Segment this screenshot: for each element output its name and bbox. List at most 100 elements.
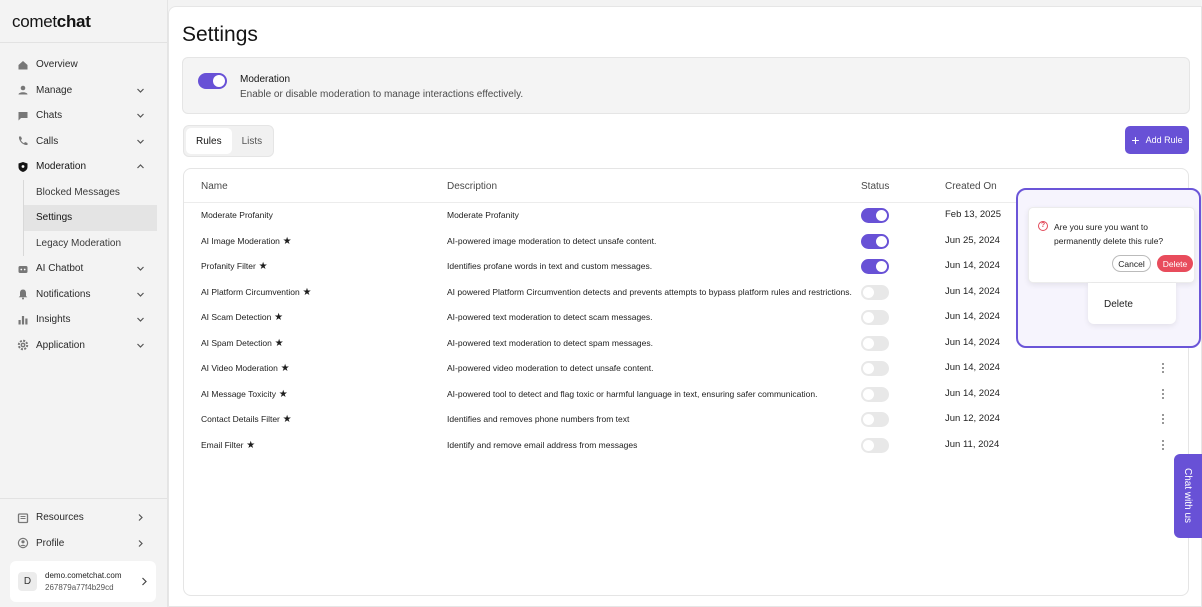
sidebar-item-chats[interactable]: Chats <box>0 103 167 129</box>
rule-name: AI Spam Detection ★ <box>201 338 284 349</box>
chat-with-us-label: Chat with us <box>1182 468 1193 524</box>
rule-name: AI Scam Detection ★ <box>201 312 283 323</box>
rule-name-text: AI Scam Detection <box>201 312 272 322</box>
account-name: demo.cometchat.com <box>45 570 122 580</box>
chart-icon <box>17 314 29 326</box>
question-icon: ? <box>1038 221 1048 231</box>
rule-name-text: Profanity Filter <box>201 261 256 271</box>
rule-name-text: AI Spam Detection <box>201 337 272 348</box>
cancel-button[interactable]: Cancel <box>1112 255 1151 272</box>
more-options-icon[interactable] <box>1160 438 1166 452</box>
moderation-card: Moderation Enable or disable moderation … <box>182 57 1190 114</box>
sidebar-item-label: Notifications <box>36 288 91 300</box>
sidebar-item-insights[interactable]: Insights <box>0 307 167 333</box>
moderation-submenu: Blocked Messages Settings Legacy Moderatio… <box>23 179 167 257</box>
sidebar-item-application[interactable]: Application <box>0 333 167 359</box>
rule-created-on: Feb 13, 2025 <box>945 209 1001 220</box>
add-rule-label: Add Rule <box>1145 135 1183 145</box>
avatar: D <box>18 572 37 591</box>
more-options-icon[interactable] <box>1160 412 1166 426</box>
star-icon: ★ <box>271 312 284 323</box>
column-header-description: Description <box>447 181 498 192</box>
moderation-toggle[interactable] <box>198 73 227 89</box>
moderation-description: Enable or disable moderation to manage i… <box>240 89 524 100</box>
profile-icon <box>17 537 29 549</box>
star-icon: ★ <box>275 388 288 400</box>
rule-name-text: AI Video Moderation <box>201 363 278 373</box>
rule-description: AI powered Platform Circumvention detect… <box>447 286 852 297</box>
chevron-down-icon <box>137 292 144 297</box>
rule-description: AI-powered image moderation to detect un… <box>447 235 657 246</box>
chevron-right-icon <box>138 539 143 547</box>
column-header-created-on: Created On <box>945 181 997 192</box>
add-rule-button[interactable]: + Add Rule <box>1125 126 1189 154</box>
delete-confirm-popover: ? Are you sure you want to permanently d… <box>1028 207 1195 283</box>
moderation-title: Moderation <box>240 74 291 85</box>
cometchat-logo[interactable]: cometchat <box>12 12 91 32</box>
chevron-down-icon <box>137 266 144 271</box>
book-icon <box>17 512 29 524</box>
table-row: AI Message Toxicity ★ AI-powered tool to … <box>184 382 1188 408</box>
more-options-icon[interactable] <box>1160 361 1166 375</box>
rule-name: AI Message Toxicity ★ <box>201 389 288 400</box>
rule-status-toggle[interactable] <box>861 437 889 453</box>
confirm-delete-button[interactable]: Delete <box>1157 255 1193 272</box>
chevron-right-icon <box>142 577 147 586</box>
sidebar-item-notifications[interactable]: Notifications <box>0 282 167 308</box>
rule-status-toggle[interactable] <box>861 208 889 223</box>
rule-created-on: Jun 14, 2024 <box>945 311 1000 322</box>
tab-rules[interactable]: Rules <box>186 128 232 154</box>
sidebar-item-label: Profile <box>36 537 65 549</box>
sidebar-subitem-legacy-moderation[interactable]: Legacy Moderation <box>24 231 157 257</box>
sidebar-nav: Overview Manage Chats Calls Moderation Blocke… <box>0 52 167 358</box>
rule-description: Identifies and removes phone numbers fro… <box>447 414 630 424</box>
more-options-icon[interactable] <box>1160 387 1166 401</box>
rule-status-toggle[interactable] <box>861 335 889 351</box>
sidebar-item-moderation[interactable]: Moderation <box>0 154 167 180</box>
rule-name-text: AI Platform Circumvention <box>201 286 300 297</box>
rule-name: Contact Details Filter ★ <box>201 414 292 425</box>
rule-status-toggle[interactable] <box>861 284 889 300</box>
chat-with-us-button[interactable]: Chat with us <box>1174 454 1202 538</box>
rule-description: AI-powered video moderation to detect un… <box>447 363 654 373</box>
sidebar-item-calls[interactable]: Calls <box>0 129 167 155</box>
rule-description: AI-powered text moderation to detect sca… <box>447 312 653 322</box>
sidebar-item-resources[interactable]: Resources <box>0 505 167 531</box>
sidebar-item-label: Application <box>36 339 85 351</box>
confirm-message: Are you sure you want to permanently del… <box>1054 222 1164 246</box>
sidebar-item-manage[interactable]: Manage <box>0 78 167 104</box>
tab-bar: Rules Lists <box>183 125 274 157</box>
plus-icon: + <box>1131 131 1140 148</box>
divider <box>0 498 167 499</box>
star-icon: ★ <box>271 337 284 349</box>
divider <box>0 42 167 43</box>
sidebar-item-label: Resources <box>36 512 84 524</box>
star-icon: ★ <box>279 414 292 425</box>
rule-name: AI Image Moderation ★ <box>201 236 292 247</box>
chevron-right-icon <box>138 514 143 521</box>
chat-icon <box>17 110 29 122</box>
rule-status-toggle[interactable] <box>861 386 889 402</box>
tab-lists[interactable]: Lists <box>232 128 273 154</box>
home-icon <box>17 59 29 71</box>
star-icon: ★ <box>243 439 256 451</box>
star-icon: ★ <box>277 363 290 374</box>
sidebar-item-label: Manage <box>36 84 73 96</box>
rule-status-toggle[interactable] <box>861 259 889 274</box>
sidebar-item-profile[interactable]: Profile <box>0 531 167 557</box>
menu-delete-item[interactable]: Delete <box>1104 299 1133 310</box>
page-title: Settings <box>182 23 258 46</box>
rule-status-toggle[interactable] <box>861 310 889 325</box>
sidebar-item-ai-chatbot[interactable]: AI Chatbot <box>0 256 167 282</box>
sidebar-item-overview[interactable]: Overview <box>0 52 167 78</box>
account-switcher[interactable]: D demo.cometchat.com 267879a77f4b29cd <box>10 561 156 602</box>
bell-icon <box>17 288 29 300</box>
rule-created-on: Jun 14, 2024 <box>945 285 1000 297</box>
rule-description: Identifies profane words in text and cus… <box>447 261 653 271</box>
table-row: Contact Details Filter ★ Identifies and r… <box>184 407 1188 433</box>
rule-status-toggle[interactable] <box>861 412 889 427</box>
rule-status-toggle[interactable] <box>861 361 889 376</box>
sidebar-subitem-settings[interactable]: Settings <box>24 205 157 231</box>
sidebar-subitem-blocked-messages[interactable]: Blocked Messages <box>24 180 157 206</box>
rule-status-toggle[interactable] <box>861 233 889 249</box>
